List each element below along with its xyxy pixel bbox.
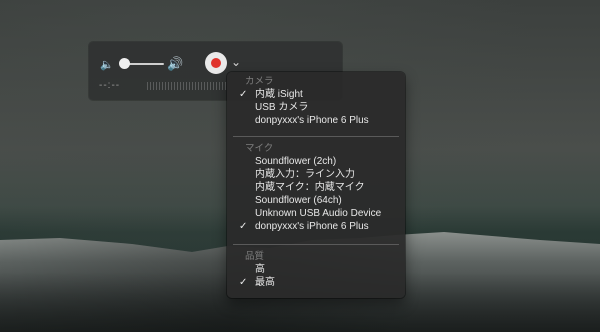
menu-item-mic-line-in[interactable]: 内蔵入力：ライン入力 (227, 168, 405, 181)
menu-item-mic-soundflower-64ch[interactable]: Soundflower (64ch) (227, 194, 405, 207)
menu-item-label: Soundflower (2ch) (255, 156, 337, 167)
menu-item-label: 高 (255, 264, 265, 275)
menu-separator (233, 244, 399, 245)
menu-item-camera-builtin[interactable]: ✓ 内蔵 iSight (227, 88, 405, 101)
speaker-low-icon: 🔈 (100, 59, 114, 71)
menu-item-quality-max[interactable]: ✓ 最高 (227, 276, 405, 289)
menu-item-mic-builtin[interactable]: 内蔵マイク：内蔵マイク (227, 181, 405, 194)
checkmark-icon: ✓ (239, 89, 248, 100)
volume-slider[interactable] (124, 63, 164, 65)
menu-separator (233, 136, 399, 137)
menu-item-camera-iphone[interactable]: donpyxxx's iPhone 6 Plus (227, 114, 405, 127)
menu-item-label: 内蔵入力：ライン入力 (255, 169, 355, 180)
audio-level-meter (147, 82, 227, 90)
quality-header: 品質 (245, 251, 265, 262)
record-icon (211, 58, 221, 68)
menu-item-label: USB カメラ (255, 102, 309, 113)
mic-header: マイク (245, 143, 274, 154)
mic-section: マイク Soundflower (2ch) 内蔵入力：ライン入力 内蔵マイク：内… (227, 142, 405, 233)
menu-item-quality-high[interactable]: 高 (227, 263, 405, 276)
record-button[interactable] (205, 52, 227, 74)
menu-item-mic-iphone[interactable]: ✓ donpyxxx's iPhone 6 Plus (227, 220, 405, 233)
volume-slider-knob[interactable] (119, 58, 130, 69)
menu-item-label: Soundflower (64ch) (255, 195, 342, 206)
checkmark-icon: ✓ (239, 277, 248, 288)
menu-item-label: 内蔵マイク：内蔵マイク (255, 182, 365, 193)
menu-item-label: donpyxxx's iPhone 6 Plus (255, 221, 369, 232)
menu-item-label: Unknown USB Audio Device (255, 208, 382, 219)
menu-item-mic-soundflower-2ch[interactable]: Soundflower (2ch) (227, 155, 405, 168)
menu-item-mic-usb-audio[interactable]: Unknown USB Audio Device (227, 207, 405, 220)
menu-item-label: donpyxxx's iPhone 6 Plus (255, 115, 369, 126)
speaker-high-icon: 🔊 (167, 56, 184, 71)
elapsed-time: --:-- (99, 80, 121, 91)
camera-section: カメラ ✓ 内蔵 iSight USB カメラ donpyxxx's iPhon… (227, 75, 405, 127)
checkmark-icon: ✓ (239, 221, 248, 232)
camera-header: カメラ (245, 76, 274, 87)
menu-item-label: 内蔵 iSight (255, 89, 303, 100)
menu-item-camera-usb[interactable]: USB カメラ (227, 101, 405, 114)
recording-options-menu: カメラ ✓ 内蔵 iSight USB カメラ donpyxxx's iPhon… (227, 72, 405, 298)
menu-item-label: 最高 (255, 277, 275, 288)
chevron-down-icon[interactable]: ⌄ (231, 55, 241, 69)
quality-section: 品質 高 ✓ 最高 (227, 250, 405, 289)
